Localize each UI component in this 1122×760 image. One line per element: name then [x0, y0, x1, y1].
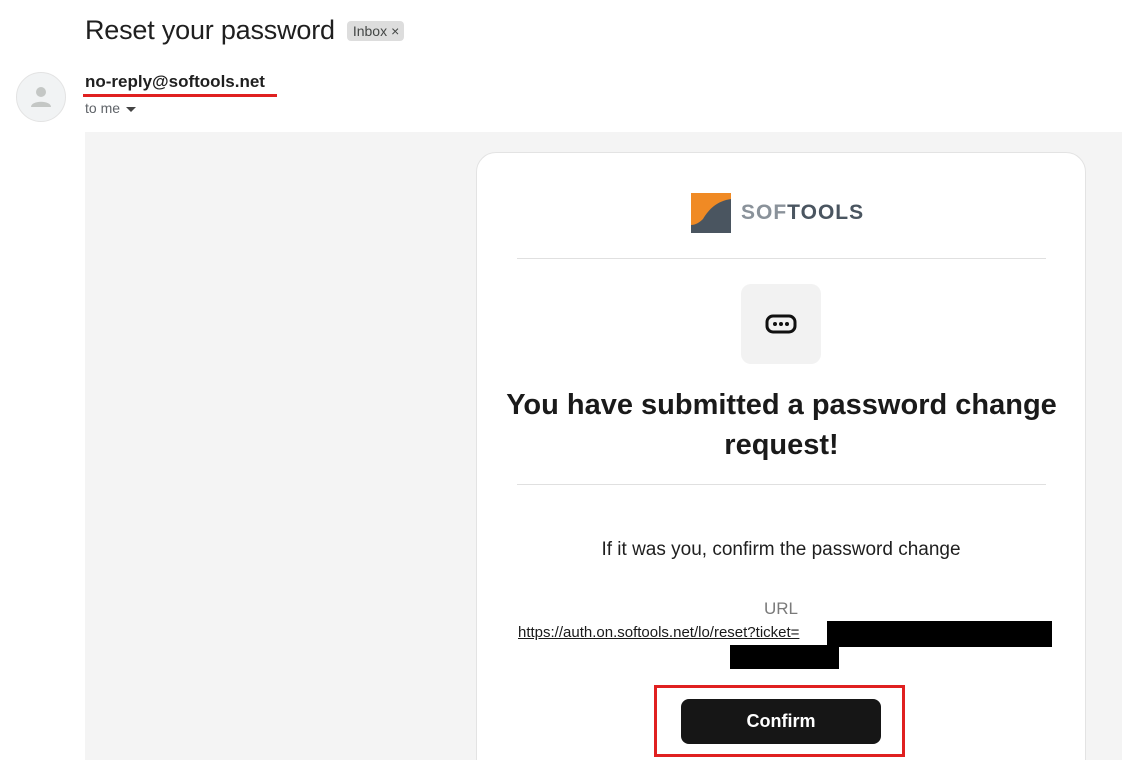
instruction-text: If it was you, confirm the password chan…: [601, 539, 961, 560]
inbox-label-chip[interactable]: Inbox ×: [346, 21, 405, 41]
password-dots-icon: [765, 314, 797, 334]
logo-wordmark: SOFTOOLS: [741, 201, 865, 224]
recipient-line[interactable]: to me: [85, 100, 137, 116]
sender-avatar[interactable]: [16, 72, 66, 122]
redaction-block: [827, 621, 1052, 647]
password-icon-tile: [741, 284, 821, 364]
sender-address[interactable]: no-reply@softools.net: [85, 72, 265, 92]
confirm-annotation-box: [654, 685, 905, 757]
reset-url-link[interactable]: https://auth.on.softools.net/lo/reset?ti…: [518, 624, 799, 641]
divider-top: [517, 258, 1046, 259]
email-card: SOFTOOLS You have submitted a password c…: [476, 152, 1086, 760]
person-avatar-icon: [31, 87, 51, 107]
redaction-block: [730, 645, 839, 669]
softools-logo-mark: [691, 193, 731, 233]
email-subject: Reset your password: [85, 14, 335, 45]
confirmation-heading: You have submitted a password change req…: [506, 389, 1057, 461]
softools-logo: SOFTOOLS: [691, 193, 864, 233]
email-view: Reset your password Inbox × no-reply@sof…: [0, 0, 1122, 760]
url-label: URL: [763, 599, 798, 618]
recipient-text: to me: [85, 100, 121, 116]
remove-label-icon[interactable]: ×: [391, 23, 399, 39]
sender-annotation-underline: [83, 94, 277, 97]
divider-middle: [517, 484, 1046, 485]
chevron-down-icon[interactable]: [126, 106, 137, 112]
inbox-label-text: Inbox: [352, 23, 388, 39]
subject-row: Reset your password Inbox ×: [85, 12, 405, 48]
